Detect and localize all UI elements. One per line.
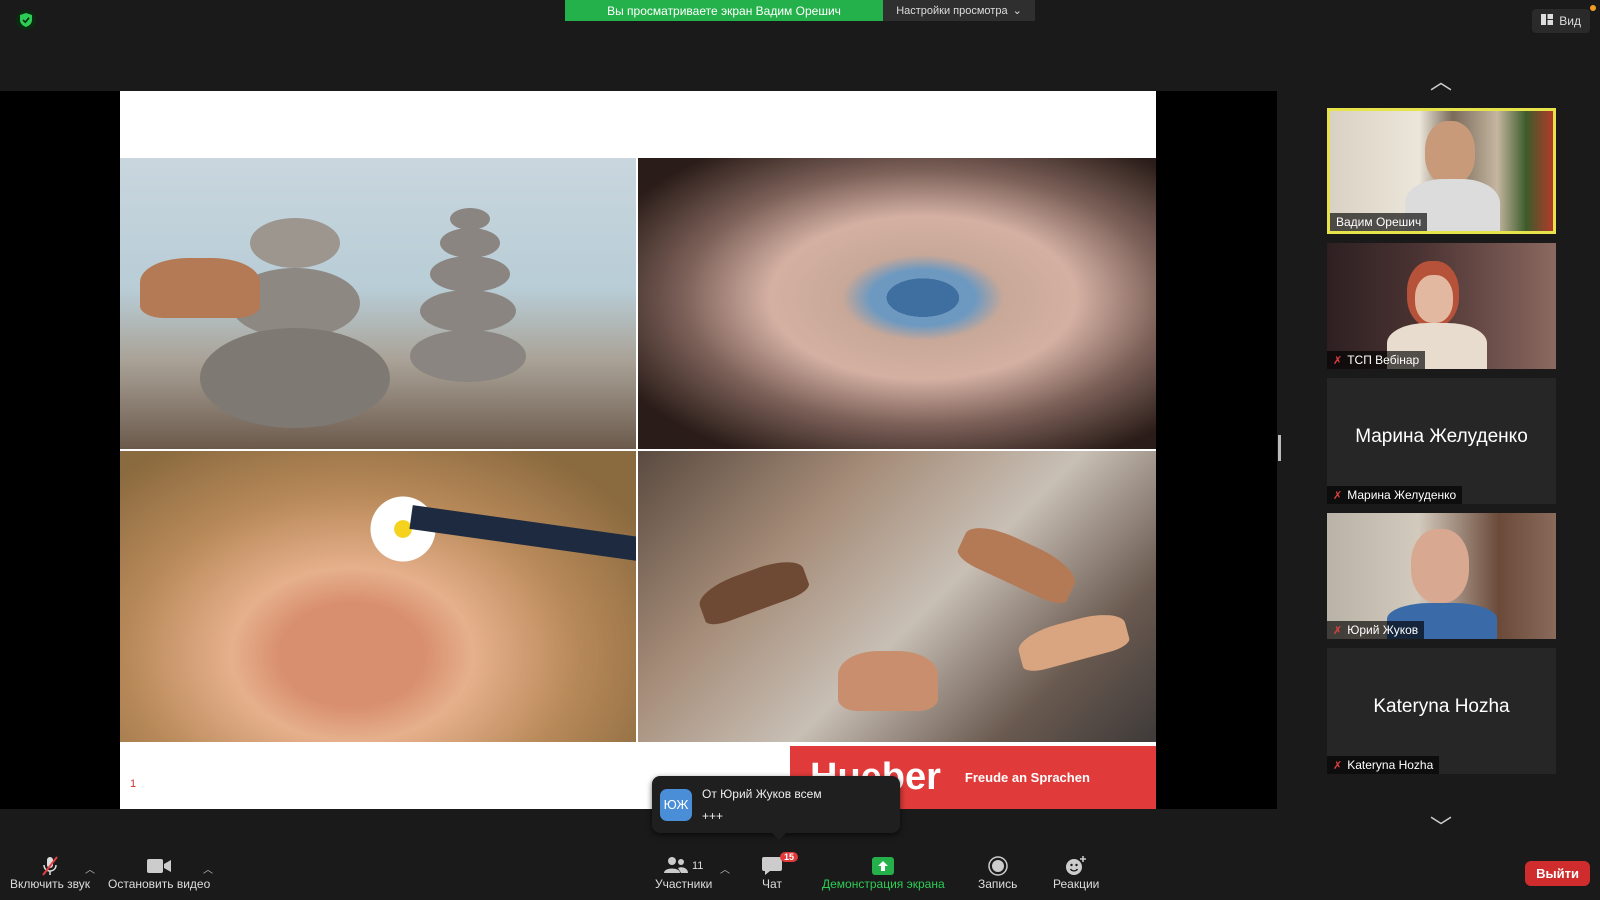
viewing-screen-label: Вы просматриваете экран Вадим Орешич: [565, 0, 883, 21]
participant-tile[interactable]: Kateryna Hozha ✗ Kateryna Hozha: [1327, 648, 1556, 774]
chevron-up-icon[interactable]: ︿: [1424, 64, 1458, 96]
slide-page-number: 1: [130, 778, 137, 790]
stop-video-label: Остановить видео: [108, 877, 211, 891]
meeting-toolbar: Включить звук ︿ Остановить видео ︿ 11 Уч…: [0, 851, 1600, 900]
stop-video-button[interactable]: Остановить видео: [108, 855, 210, 891]
view-settings-dropdown[interactable]: Настройки просмотра ⌄: [883, 0, 1035, 21]
chat-unread-badge: 15: [780, 852, 799, 862]
zoom-meeting-window: Вы просматриваете экран Вадим Орешич Нас…: [0, 0, 1600, 900]
stones-photo: [120, 158, 636, 449]
chat-sender: От Юрий Жуков всем: [702, 786, 822, 801]
share-screen-icon: [872, 855, 895, 877]
participant-name-label: ✗ Юрий Жуков: [1327, 621, 1425, 639]
record-button[interactable]: Запись: [978, 855, 1017, 891]
audio-options-caret-icon[interactable]: ︿: [85, 861, 95, 876]
chat-notification[interactable]: ЮЖ От Юрий Жуков всем +++: [652, 776, 900, 840]
participant-name-label: Вадим Орешич: [1330, 213, 1428, 231]
participant-tile[interactable]: ✗ Юрий Жуков: [1327, 513, 1556, 639]
sender-avatar: ЮЖ: [660, 788, 692, 821]
security-shield-icon[interactable]: [16, 10, 36, 30]
video-camera-icon: [147, 855, 172, 877]
chat-label: Чат: [762, 877, 782, 891]
presentation-slide: 1 Hueber Freude an Sprachen: [120, 91, 1156, 809]
toast-pointer: [772, 833, 786, 840]
shared-screen[interactable]: 1 Hueber Freude an Sprachen: [0, 91, 1277, 809]
leave-meeting-button[interactable]: Выйти: [1525, 861, 1590, 886]
participant-display-name: Kateryna Hozha: [1373, 696, 1510, 717]
participant-name-label: ✗ Kateryna Hozha: [1327, 756, 1440, 774]
participant-tile[interactable]: Марина Желуденко ✗ Марина Желуденко: [1327, 378, 1556, 504]
chevron-down-icon[interactable]: ﹀: [1424, 810, 1458, 842]
share-screen-button[interactable]: Демонстрация экрана: [822, 855, 945, 891]
participant-name-label: ✗ Марина Желуденко: [1327, 486, 1463, 504]
emoji-plus-icon: [1065, 855, 1087, 877]
unmute-label: Включить звук: [10, 877, 91, 891]
unmute-button[interactable]: Включить звук: [10, 855, 90, 891]
participants-options-caret-icon[interactable]: ︿: [720, 861, 730, 876]
share-screen-label: Демонстрация экрана: [822, 877, 945, 891]
split-resize-handle[interactable]: [1278, 435, 1281, 461]
participant-tile[interactable]: Вадим Орешич: [1327, 108, 1556, 234]
muted-microphone-icon: ✗: [1333, 624, 1343, 637]
muted-microphone-icon: ✗: [1333, 354, 1343, 367]
chat-bubble-icon: 15: [762, 852, 799, 877]
view-settings-label: Настройки просмотра: [896, 4, 1008, 17]
screen-share-banner: Вы просматриваете экран Вадим Орешич Нас…: [565, 0, 1035, 21]
participants-button[interactable]: 11 Участники: [655, 855, 712, 891]
muted-microphone-icon: ✗: [1333, 759, 1343, 772]
view-button-label: Вид: [1559, 14, 1581, 28]
muted-microphone-icon: ✗: [1333, 489, 1343, 502]
reactions-button[interactable]: Реакции: [1053, 855, 1099, 891]
notification-dot: [1590, 5, 1596, 11]
reactions-label: Реакции: [1053, 877, 1100, 891]
participant-display-name: Марина Желуденко: [1355, 426, 1528, 447]
video-options-caret-icon[interactable]: ︿: [203, 861, 213, 876]
participant-name-label: ✗ ТСП Вебінар: [1327, 351, 1426, 369]
ear-with-daisy-photo: [120, 451, 636, 742]
brand-tagline: Freude an Sprachen: [964, 770, 1090, 785]
participants-count: 11: [691, 860, 704, 872]
view-button[interactable]: Вид: [1532, 9, 1590, 33]
chat-button[interactable]: 15 Чат: [762, 852, 799, 891]
participant-tile[interactable]: ✗ ТСП Вебінар: [1327, 243, 1556, 369]
record-icon: [987, 855, 1008, 877]
chevron-down-icon: ⌄: [1012, 5, 1022, 17]
microphone-muted-icon: [39, 855, 61, 877]
participants-label: Участники: [655, 877, 713, 891]
chat-message: +++: [702, 808, 724, 823]
grid-view-icon: [1541, 14, 1554, 28]
hands-circle-photo: [638, 451, 1156, 742]
record-label: Запись: [978, 877, 1018, 891]
participants-icon: [663, 856, 688, 876]
eye-photo: [638, 158, 1156, 449]
